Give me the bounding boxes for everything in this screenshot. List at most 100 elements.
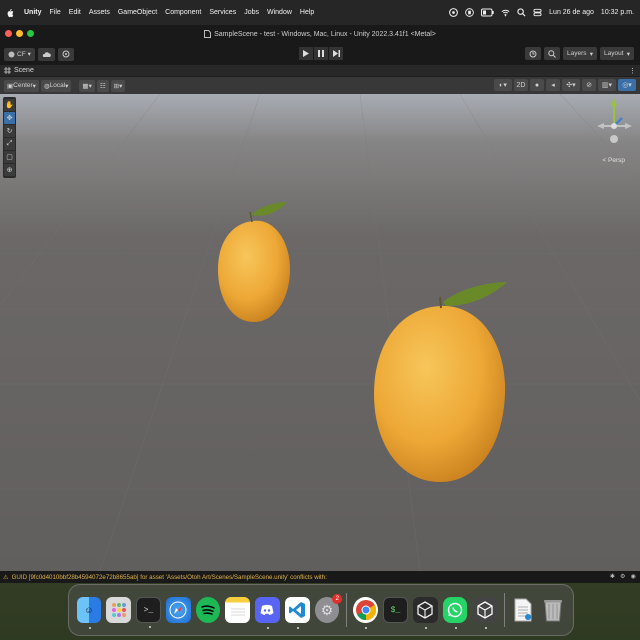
- warning-icon: ⚠: [3, 573, 9, 581]
- safari-icon[interactable]: [165, 597, 191, 623]
- scene-tab[interactable]: Scene ⋮: [0, 65, 640, 77]
- creative-cloud-icon[interactable]: [449, 8, 459, 17]
- 2d-toggle[interactable]: 2D: [514, 79, 528, 91]
- cloud-button[interactable]: [37, 47, 55, 61]
- control-center-icon[interactable]: [533, 8, 542, 17]
- whatsapp-icon[interactable]: [442, 597, 468, 629]
- space-label: Local: [49, 82, 66, 89]
- more-options-icon[interactable]: ⋮: [629, 67, 636, 75]
- hidden-objects-toggle[interactable]: ⊘: [582, 79, 596, 91]
- menu-component[interactable]: Component: [165, 9, 201, 16]
- pause-button[interactable]: [314, 47, 328, 60]
- lighting-toggle[interactable]: ●: [530, 79, 544, 91]
- scene-toolbar-right: ◐▾ 2D ● ◂ ✣▾ ⊘ ▥▾ ◎▾: [494, 79, 636, 91]
- debug-icon[interactable]: ⚙: [620, 573, 626, 580]
- spotify-waves-icon: [201, 605, 215, 615]
- notification-badge: 2: [332, 594, 343, 604]
- effects-dropdown[interactable]: ✣▾: [562, 79, 580, 91]
- scene-viewport[interactable]: ✋ ✥ ↻ ⤢ ▢ ⊕ < Persp: [0, 94, 640, 571]
- menu-edit[interactable]: Edit: [69, 9, 81, 16]
- menu-gameobject[interactable]: GameObject: [118, 9, 157, 16]
- snap-toggle[interactable]: ☷: [96, 79, 109, 92]
- menu-file[interactable]: File: [50, 9, 61, 16]
- cloud-icon: [42, 51, 51, 57]
- running-indicator: [425, 627, 427, 629]
- vscode-icon[interactable]: [284, 597, 310, 629]
- document-file-icon[interactable]: [511, 597, 536, 623]
- move-tool-button[interactable]: ✥: [4, 112, 15, 124]
- menu-assets[interactable]: Assets: [89, 9, 110, 16]
- undo-history-button[interactable]: [525, 47, 541, 60]
- gizmos-dropdown[interactable]: ◎▾: [618, 79, 636, 91]
- transform-tool-button[interactable]: ⊕: [4, 164, 15, 176]
- play-button[interactable]: [299, 47, 313, 60]
- scale-tool-button[interactable]: ⤢: [4, 138, 15, 150]
- record-icon[interactable]: [465, 8, 474, 17]
- terminal-icon[interactable]: >_: [136, 597, 161, 628]
- layers-dropdown[interactable]: Layers ▾: [563, 47, 597, 60]
- unity-editor-icon[interactable]: [472, 597, 498, 629]
- launchpad-icon[interactable]: [106, 597, 131, 623]
- menu-jobs[interactable]: Jobs: [244, 9, 259, 16]
- spotify-icon[interactable]: [195, 597, 221, 623]
- finder-icon[interactable]: ☺: [76, 597, 102, 629]
- spotlight-search-icon[interactable]: [517, 8, 526, 17]
- audio-toggle[interactable]: ◂: [546, 79, 560, 91]
- menu-services[interactable]: Services: [209, 9, 236, 16]
- small-orange-object[interactable]: [218, 202, 290, 322]
- menu-help[interactable]: Help: [300, 9, 314, 16]
- chrome-icon[interactable]: [353, 597, 378, 629]
- wifi-icon[interactable]: [501, 8, 510, 17]
- mode-2d-label: 2D: [516, 81, 526, 89]
- pivot-dropdown[interactable]: ▣ Center ▾: [4, 79, 39, 92]
- menubar-date[interactable]: Lun 26 de ago: [549, 9, 594, 16]
- search-icon: [548, 49, 556, 58]
- settings-icon[interactable]: ◉: [631, 573, 636, 580]
- document-icon: [204, 30, 212, 38]
- system-settings-icon[interactable]: ⚙ 2: [314, 594, 343, 623]
- chevron-down-icon: ▾: [32, 82, 36, 90]
- menubar-time[interactable]: 10:32 p.m.: [601, 9, 634, 16]
- trash-icon[interactable]: [541, 597, 566, 623]
- close-window-button[interactable]: [5, 30, 12, 37]
- account-dropdown[interactable]: CF ▾: [4, 47, 35, 61]
- play-icon: [303, 50, 309, 57]
- lines-icon: [230, 608, 245, 616]
- scene-tools-palette: ✋ ✥ ↻ ⤢ ▢ ⊕: [3, 97, 16, 178]
- grid-snap-dropdown[interactable]: ▦ ▾: [79, 79, 95, 92]
- step-button[interactable]: [329, 47, 343, 60]
- camera-dropdown[interactable]: ▥▾: [598, 79, 616, 91]
- hand-tool-button[interactable]: ✋: [4, 99, 15, 111]
- collab-button[interactable]: [57, 47, 74, 61]
- running-indicator: [267, 627, 270, 629]
- large-orange-object[interactable]: [374, 282, 507, 482]
- desktop: Unity File Edit Assets GameObject Compon…: [0, 0, 640, 640]
- perspective-toggle[interactable]: < Persp: [602, 157, 625, 164]
- apple-menu-icon[interactable]: [6, 8, 14, 18]
- battery-icon[interactable]: [481, 8, 494, 17]
- space-dropdown[interactable]: ◍ Local ▾: [40, 79, 72, 92]
- draw-mode-dropdown[interactable]: ◐▾: [494, 79, 512, 91]
- layout-dropdown[interactable]: Layout ▾: [600, 47, 634, 60]
- trash-can-icon: [544, 600, 563, 622]
- window-title-bar[interactable]: SampleScene - test - Windows, Mac, Linux…: [0, 25, 640, 43]
- unity-hub-icon[interactable]: [413, 597, 438, 629]
- menu-window[interactable]: Window: [267, 9, 292, 16]
- orientation-gizmo[interactable]: [594, 94, 634, 154]
- minimize-window-button[interactable]: [16, 30, 23, 37]
- discord-icon[interactable]: [255, 597, 280, 629]
- notes-icon[interactable]: [225, 597, 251, 623]
- search-button[interactable]: [544, 47, 560, 60]
- progress-icon[interactable]: ✱: [610, 573, 615, 580]
- mac-dock: ☺ >_ ⚙ 2 $_: [68, 584, 574, 636]
- zoom-window-button[interactable]: [27, 30, 34, 37]
- running-indicator: [484, 627, 487, 629]
- rotate-tool-button[interactable]: ↻: [4, 125, 15, 137]
- terminal-2-icon[interactable]: $_: [383, 597, 408, 623]
- menu-unity[interactable]: Unity: [24, 9, 42, 16]
- console-status-bar[interactable]: ⚠ GUID [9fc0d4010bbf28b4594072e72b8655ab…: [0, 571, 640, 583]
- increment-snap-dropdown[interactable]: ⊞ ▾: [110, 79, 126, 92]
- rect-tool-button[interactable]: ▢: [4, 151, 15, 163]
- compass-icon: [169, 601, 187, 619]
- gizmo-globe-icon: ◎▾: [622, 82, 632, 89]
